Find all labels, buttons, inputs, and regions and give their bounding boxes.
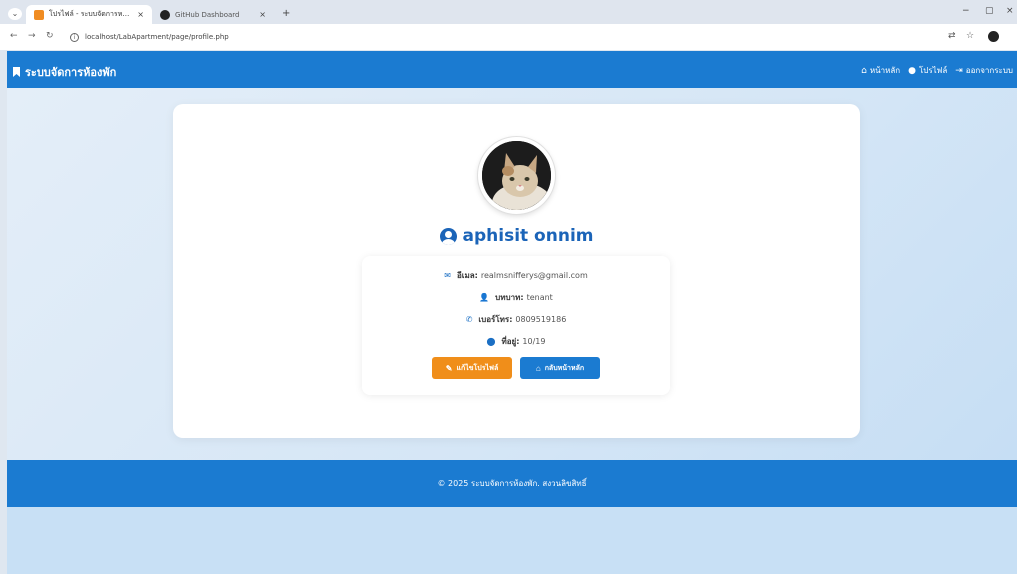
url-text: localhost/LabApartment/page/profile.php: [85, 33, 229, 41]
tab-close-icon[interactable]: ×: [259, 10, 266, 19]
page-bottom-area: [7, 507, 1017, 574]
site-favicon-icon: [34, 9, 44, 20]
email-row: ✉ อีเมล: realmsnifferys@gmail.com: [362, 269, 670, 282]
new-tab-button[interactable]: +: [282, 8, 290, 19]
user-tag-icon: 👤: [479, 293, 490, 302]
maximize-button[interactable]: ▢: [985, 6, 994, 16]
email-label: อีเมล:: [456, 271, 478, 280]
map-marker-icon: ⬤: [486, 337, 496, 346]
nav-link-logout[interactable]: ⇥ ออกจากระบบ: [955, 64, 1013, 77]
user-circle-icon: [439, 227, 457, 245]
navbar-links: ⌂ หน้าหลัก ● โปรไฟล์ ⇥ ออกจากระบบ: [861, 64, 1013, 77]
minimize-button[interactable]: −: [962, 6, 970, 16]
close-window-button[interactable]: ×: [1006, 6, 1014, 16]
phone-icon: ✆: [465, 315, 473, 324]
address-label: ที่อยู่:: [501, 337, 520, 346]
translate-icon[interactable]: ⇄: [948, 31, 956, 41]
nav-link-profile[interactable]: ● โปรไฟล์: [908, 64, 947, 77]
main-content: aphisit onnim ✉ อีเมล: realmsnifferys@gm…: [7, 88, 1017, 460]
role-label: บทบาท:: [495, 293, 524, 302]
envelope-icon: ✉: [444, 271, 451, 280]
logout-icon: ⇥: [955, 65, 963, 76]
url-input[interactable]: i localhost/LabApartment/page/profile.ph…: [70, 28, 940, 46]
site-info-icon[interactable]: i: [70, 32, 79, 42]
edit-profile-label: แก้ไขโปรไฟล์: [456, 364, 499, 372]
user-icon: ●: [908, 65, 916, 76]
app-navbar: ระบบจัดการห้องพัก ⌂ หน้าหลัก ● โปรไฟล์ ⇥…: [7, 51, 1017, 88]
address-value: 10/19: [522, 337, 546, 346]
github-favicon-icon: [160, 9, 170, 20]
brand-text: ระบบจัดการห้องพัก: [25, 66, 117, 79]
reload-icon[interactable]: ↻: [46, 31, 54, 41]
phone-value: 0809519186: [515, 315, 567, 324]
tab-close-icon[interactable]: ×: [137, 10, 144, 19]
browser-tab-github[interactable]: GitHub Dashboard ×: [152, 5, 274, 24]
cat-photo: [482, 141, 551, 210]
nav-link-home[interactable]: ⌂ หน้าหลัก: [861, 64, 900, 77]
home-icon: ⌂: [535, 363, 541, 373]
phone-label: เบอร์โทร:: [478, 315, 513, 324]
profile-info-box: ✉ อีเมล: realmsnifferys@gmail.com 👤 บทบา…: [362, 256, 670, 395]
tab-search-icon[interactable]: ⌄: [8, 8, 22, 20]
edit-icon: ✎: [445, 363, 453, 373]
tab-title: โปรไฟล์ - ระบบจัดการหอพักนักศึกษา: [49, 10, 133, 18]
browser-tab-bar: ⌄ โปรไฟล์ - ระบบจัดการหอพักนักศึกษา × Gi…: [0, 0, 1017, 24]
back-home-button[interactable]: ⌂ กลับหน้าหลัก: [520, 357, 600, 379]
footer-text: © 2025 ระบบจัดการห้องพัก. สงวนลิขสิทธิ์: [437, 479, 587, 488]
role-value: tenant: [526, 293, 553, 302]
page-footer: © 2025 ระบบจัดการห้องพัก. สงวนลิขสิทธิ์: [7, 460, 1017, 507]
profile-avatar: [478, 137, 555, 214]
tab-title: GitHub Dashboard: [175, 10, 240, 19]
navbar-brand[interactable]: ระบบจัดการห้องพัก: [13, 63, 116, 81]
address-row: ⬤ ที่อยู่: 10/19: [362, 335, 670, 348]
profile-name-row: aphisit onnim: [173, 226, 860, 246]
role-row: 👤 บทบาท: tenant: [362, 291, 670, 304]
profile-card: aphisit onnim ✉ อีเมล: realmsnifferys@gm…: [173, 104, 860, 438]
profile-avatar-icon[interactable]: [988, 31, 999, 42]
browser-address-bar: ← → ↻ i localhost/LabApartment/page/prof…: [0, 24, 1017, 50]
nav-link-label: ออกจากระบบ: [965, 66, 1013, 75]
edit-profile-button[interactable]: ✎ แก้ไขโปรไฟล์: [432, 357, 512, 379]
email-value: realmsnifferys@gmail.com: [480, 271, 588, 280]
profile-name: aphisit onnim: [462, 226, 594, 246]
phone-row: ✆ เบอร์โทร: 0809519186: [362, 313, 670, 326]
nav-link-label: โปรไฟล์: [918, 66, 948, 75]
back-arrow-icon[interactable]: ←: [10, 31, 18, 41]
bookmark-star-icon[interactable]: ☆: [966, 31, 974, 41]
bookmark-icon: [13, 67, 20, 77]
browser-tab-active[interactable]: โปรไฟล์ - ระบบจัดการหอพักนักศึกษา ×: [26, 5, 152, 24]
back-home-label: กลับหน้าหลัก: [544, 364, 585, 372]
nav-link-label: หน้าหลัก: [869, 66, 901, 75]
forward-arrow-icon[interactable]: →: [28, 31, 36, 41]
home-icon: ⌂: [861, 65, 867, 76]
